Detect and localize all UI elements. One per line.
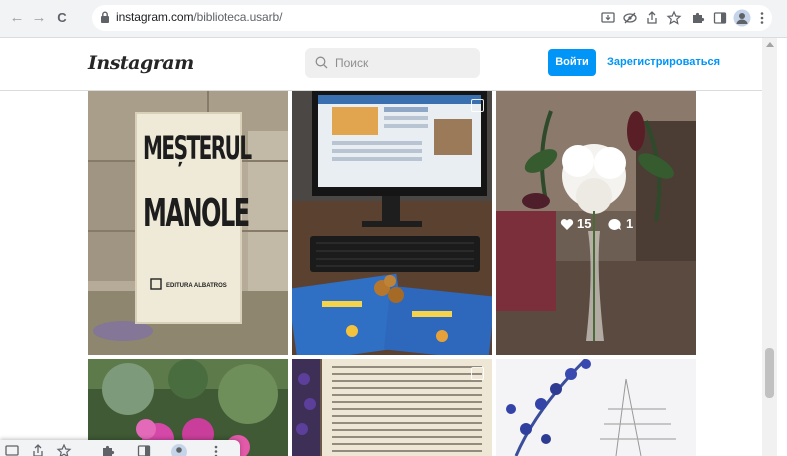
post-tile-lavender-text[interactable] bbox=[496, 359, 696, 456]
lavender-photo bbox=[496, 359, 696, 456]
book-title-line1: MEȘTERUL bbox=[143, 128, 252, 168]
bookmark-star-icon[interactable] bbox=[56, 444, 72, 456]
page-scrollbar[interactable] bbox=[762, 38, 777, 456]
search-icon bbox=[315, 56, 328, 69]
lock-icon bbox=[101, 11, 109, 23]
extensions-puzzle-icon[interactable] bbox=[690, 10, 706, 26]
post-grid: MEȘTERUL MANOLE EDITURA ALBATROS 15 1 bbox=[0, 91, 762, 456]
url-text: instagram.com/biblioteca.usarb/ bbox=[116, 10, 282, 24]
post-tile-flower-vase[interactable]: 15 1 bbox=[496, 91, 696, 355]
login-button[interactable]: Войти bbox=[548, 49, 596, 76]
back-button[interactable]: ← bbox=[8, 9, 26, 27]
eye-off-icon[interactable] bbox=[622, 10, 638, 26]
open-book-photo bbox=[292, 359, 492, 456]
likes-count: 15 bbox=[577, 216, 592, 231]
desk-photo bbox=[292, 91, 492, 355]
forward-button[interactable]: → bbox=[30, 9, 48, 27]
url-path: /biblioteca.usarb/ bbox=[193, 10, 283, 24]
install-app-icon[interactable] bbox=[600, 10, 616, 26]
post-tile-open-book[interactable] bbox=[292, 359, 492, 456]
browser-window: ← → C instagram.com/biblioteca.usarb/ In… bbox=[0, 0, 787, 456]
search-input[interactable]: Поиск bbox=[305, 48, 480, 78]
instagram-header: Instagram Поиск Войти Зарегистрироваться bbox=[0, 38, 762, 91]
multi-photo-icon bbox=[471, 99, 484, 112]
flower-photo bbox=[496, 91, 696, 355]
profile-avatar-icon[interactable] bbox=[733, 9, 751, 27]
post-tile-computer-desk[interactable] bbox=[292, 91, 492, 355]
book-publisher: EDITURA ALBATROS bbox=[166, 283, 227, 289]
instagram-logo[interactable]: Instagram bbox=[88, 52, 194, 74]
comments-count: 1 bbox=[626, 216, 634, 231]
floating-toolbar-fragment bbox=[0, 440, 240, 456]
register-link[interactable]: Зарегистрироваться bbox=[607, 56, 720, 68]
side-panel-icon[interactable] bbox=[712, 10, 728, 26]
install-app-icon[interactable] bbox=[4, 444, 20, 456]
share-icon[interactable] bbox=[30, 444, 46, 456]
comment-icon bbox=[608, 218, 621, 230]
heart-icon bbox=[560, 219, 574, 230]
multi-photo-icon bbox=[471, 367, 484, 380]
extensions-puzzle-icon[interactable] bbox=[100, 444, 116, 456]
address-bar[interactable]: instagram.com/biblioteca.usarb/ bbox=[92, 5, 772, 31]
kebab-menu-icon[interactable] bbox=[754, 10, 770, 26]
share-icon[interactable] bbox=[644, 10, 660, 26]
url-domain: instagram.com bbox=[116, 10, 194, 24]
scrollbar-thumb[interactable] bbox=[765, 348, 774, 398]
profile-avatar-icon[interactable] bbox=[170, 444, 188, 456]
browser-toolbar: ← → C instagram.com/biblioteca.usarb/ bbox=[0, 0, 787, 38]
kebab-menu-icon[interactable] bbox=[208, 444, 224, 456]
book-title-line2: MANOLE bbox=[143, 190, 250, 236]
search-placeholder: Поиск bbox=[335, 56, 369, 70]
side-panel-icon[interactable] bbox=[136, 444, 152, 456]
post-tile-book-cover[interactable]: MEȘTERUL MANOLE EDITURA ALBATROS bbox=[88, 91, 288, 355]
scroll-up-arrow-icon[interactable] bbox=[766, 42, 774, 47]
reload-button[interactable]: C bbox=[53, 9, 71, 27]
bookmark-star-icon[interactable] bbox=[666, 10, 682, 26]
